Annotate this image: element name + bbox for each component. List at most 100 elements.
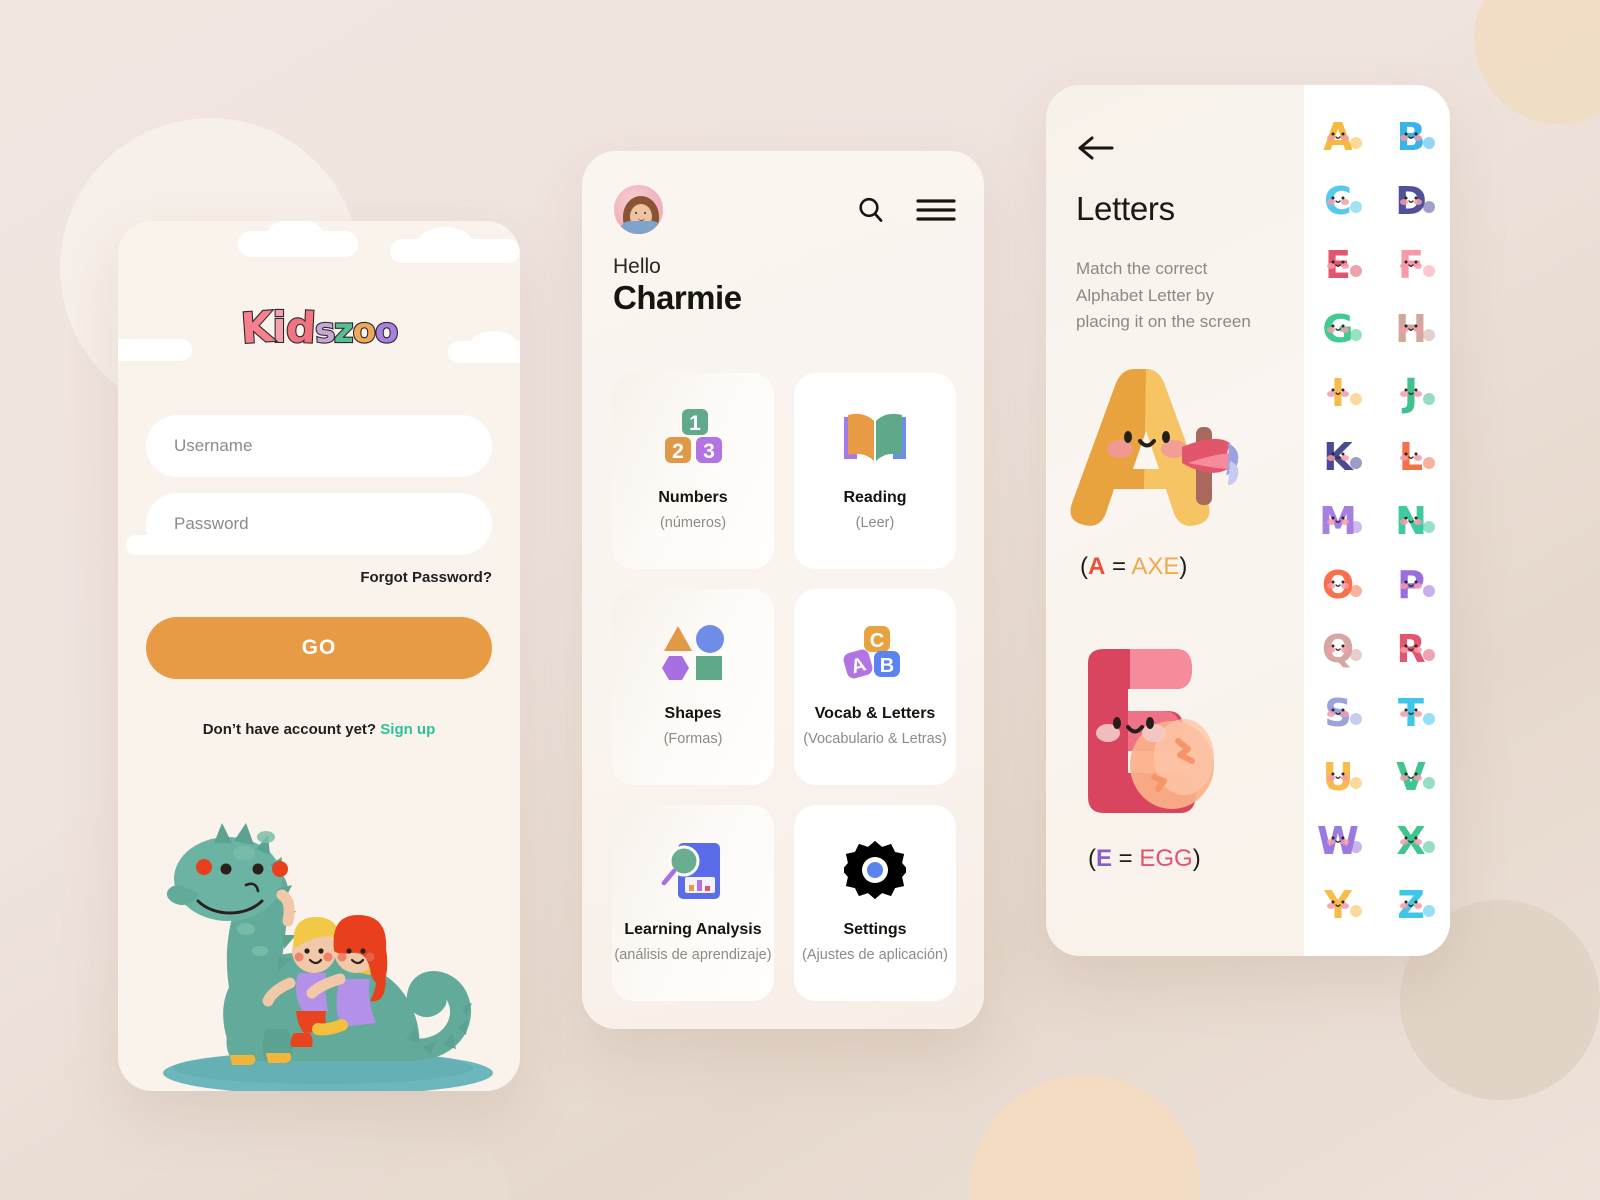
card-subtitle: (Formas) bbox=[663, 731, 723, 747]
card-title: Vocab & Letters bbox=[814, 705, 936, 722]
logo-letter: z bbox=[333, 310, 355, 352]
alphabet-tile-m[interactable]: M bbox=[1304, 491, 1377, 549]
forgot-password-link[interactable]: Forgot Password? bbox=[360, 569, 492, 586]
alphabet-tile-v[interactable]: V bbox=[1377, 747, 1450, 805]
card-settings[interactable]: Settings (Ajustes de aplicación) bbox=[794, 805, 956, 1001]
login-screen: Kidszoo Forgot Password? GO Don’t have a… bbox=[118, 221, 520, 1091]
alphabet-tile-h[interactable]: H bbox=[1377, 299, 1450, 357]
alphabet-tile-u[interactable]: U bbox=[1304, 747, 1377, 805]
alphabet-tile-g[interactable]: G bbox=[1304, 299, 1377, 357]
card-title: Numbers bbox=[658, 489, 728, 506]
kids-riding-dragon-illustration bbox=[163, 823, 493, 1091]
alphabet-tile-s[interactable]: S bbox=[1304, 683, 1377, 741]
feature-grid: 1 2 3 Numbers (números) Reading (Leer) S… bbox=[612, 373, 956, 1001]
logo-letter: o bbox=[352, 310, 378, 352]
svg-text:O: O bbox=[1321, 563, 1353, 607]
alphabet-tile-i[interactable]: I bbox=[1304, 363, 1377, 421]
alphabet-tile-x[interactable]: X bbox=[1377, 811, 1450, 869]
card-reading[interactable]: Reading (Leer) bbox=[794, 373, 956, 569]
card-vocab-letters[interactable]: C A B Vocab & Letters (Vocabulario & Let… bbox=[794, 589, 956, 785]
svg-text:B: B bbox=[880, 655, 894, 677]
app-logo: Kidszoo bbox=[118, 301, 520, 354]
hamburger-menu-icon[interactable] bbox=[916, 197, 956, 223]
alphabet-grid: ABCDEFGHIJKLMNOPQRSTUVWXYZ bbox=[1304, 107, 1450, 933]
svg-text:G: G bbox=[1322, 307, 1353, 351]
signup-prompt: Don’t have account yet? bbox=[202, 721, 377, 738]
letters-detail-pane: Letters Match the correct Alphabet Lette… bbox=[1046, 85, 1304, 956]
page-description: Match the correct Alphabet Letter by pla… bbox=[1076, 259, 1251, 332]
alphabet-tile-r[interactable]: R bbox=[1377, 619, 1450, 677]
letters-screen: Letters Match the correct Alphabet Lette… bbox=[1046, 85, 1450, 956]
abc-blocks-icon: C A B bbox=[840, 619, 910, 689]
alphabet-tile-y[interactable]: Y bbox=[1304, 875, 1377, 933]
alphabet-tile-f[interactable]: F bbox=[1377, 235, 1450, 293]
card-numbers[interactable]: 1 2 3 Numbers (números) bbox=[612, 373, 774, 569]
alphabet-tile-d[interactable]: D bbox=[1377, 171, 1450, 229]
alphabet-tile-a[interactable]: A bbox=[1304, 107, 1377, 165]
search-icon[interactable] bbox=[856, 195, 886, 225]
page-title: Letters bbox=[1076, 190, 1175, 227]
password-input[interactable] bbox=[146, 493, 492, 555]
example-a-equation: (A = AXE) bbox=[1080, 553, 1188, 580]
svg-text:M: M bbox=[1319, 499, 1357, 543]
alphabet-tile-p[interactable]: P bbox=[1377, 555, 1450, 613]
back-arrow-icon[interactable] bbox=[1076, 133, 1116, 163]
avatar[interactable] bbox=[612, 183, 665, 236]
example-letter: A bbox=[1088, 553, 1106, 580]
alphabet-tile-c[interactable]: C bbox=[1304, 171, 1377, 229]
decorative-circle-bottom-center bbox=[970, 1075, 1200, 1200]
card-title: Learning Analysis bbox=[624, 921, 762, 938]
card-learning-analysis[interactable]: Learning Analysis (análisis de aprendiza… bbox=[612, 805, 774, 1001]
card-shapes[interactable]: Shapes (Formas) bbox=[612, 589, 774, 785]
example-letter: E bbox=[1096, 845, 1113, 872]
logo-letter: o bbox=[374, 310, 400, 352]
home-screen: Hello Charmie 1 2 3 Numbers (números) Re… bbox=[582, 151, 984, 1029]
decorative-circle-bottom-left bbox=[390, 1140, 510, 1200]
home-header bbox=[612, 183, 956, 236]
svg-text:N: N bbox=[1395, 499, 1427, 543]
greeting-label: Hello bbox=[613, 255, 661, 278]
alphabet-tile-e[interactable]: E bbox=[1304, 235, 1377, 293]
alphabet-tile-j[interactable]: J bbox=[1377, 363, 1450, 421]
svg-text:H: H bbox=[1395, 307, 1427, 351]
card-subtitle: (Leer) bbox=[855, 515, 895, 531]
alphabet-tile-z[interactable]: Z bbox=[1377, 875, 1450, 933]
alphabet-tile-t[interactable]: T bbox=[1377, 683, 1450, 741]
logo-letter: s bbox=[312, 309, 336, 352]
svg-text:D: D bbox=[1395, 179, 1427, 223]
card-subtitle: (Ajustes de aplicación) bbox=[802, 947, 948, 963]
svg-text:3: 3 bbox=[703, 440, 715, 463]
card-title: Settings bbox=[843, 921, 907, 938]
alphabet-panel: ABCDEFGHIJKLMNOPQRSTUVWXYZ bbox=[1304, 85, 1450, 956]
signup-link[interactable]: Sign up bbox=[380, 721, 435, 738]
card-title: Reading bbox=[843, 489, 907, 506]
gear-icon bbox=[844, 835, 906, 905]
card-subtitle: (números) bbox=[659, 515, 727, 531]
svg-text:2: 2 bbox=[672, 440, 684, 463]
example-word: EGG bbox=[1139, 845, 1193, 872]
alphabet-tile-l[interactable]: L bbox=[1377, 427, 1450, 485]
go-button[interactable]: GO bbox=[146, 617, 492, 679]
example-word: AXE bbox=[1131, 553, 1180, 580]
number-blocks-icon: 1 2 3 bbox=[660, 403, 726, 473]
decorative-circle-top-right bbox=[1474, 0, 1600, 124]
alphabet-tile-k[interactable]: K bbox=[1304, 427, 1377, 485]
card-subtitle: (análisis de aprendizaje) bbox=[614, 947, 772, 963]
svg-text:U: U bbox=[1322, 755, 1353, 799]
svg-text:C: C bbox=[870, 630, 884, 652]
alphabet-tile-b[interactable]: B bbox=[1377, 107, 1450, 165]
hero-letter-e-illustration bbox=[1088, 649, 1214, 813]
logo-letter: d bbox=[283, 301, 317, 354]
alphabet-tile-w[interactable]: W bbox=[1304, 811, 1377, 869]
signup-row: Don’t have account yet? Sign up bbox=[118, 721, 520, 738]
chart-magnifier-icon bbox=[660, 835, 726, 905]
logo-letter: K bbox=[238, 301, 275, 354]
username-input[interactable] bbox=[146, 415, 492, 477]
alphabet-tile-o[interactable]: O bbox=[1304, 555, 1377, 613]
alphabet-tile-q[interactable]: Q bbox=[1304, 619, 1377, 677]
card-title: Shapes bbox=[664, 705, 722, 722]
alphabet-tile-n[interactable]: N bbox=[1377, 491, 1450, 549]
open-book-icon bbox=[842, 403, 908, 473]
geometric-shapes-icon bbox=[660, 619, 726, 689]
user-name: Charmie bbox=[613, 279, 742, 316]
